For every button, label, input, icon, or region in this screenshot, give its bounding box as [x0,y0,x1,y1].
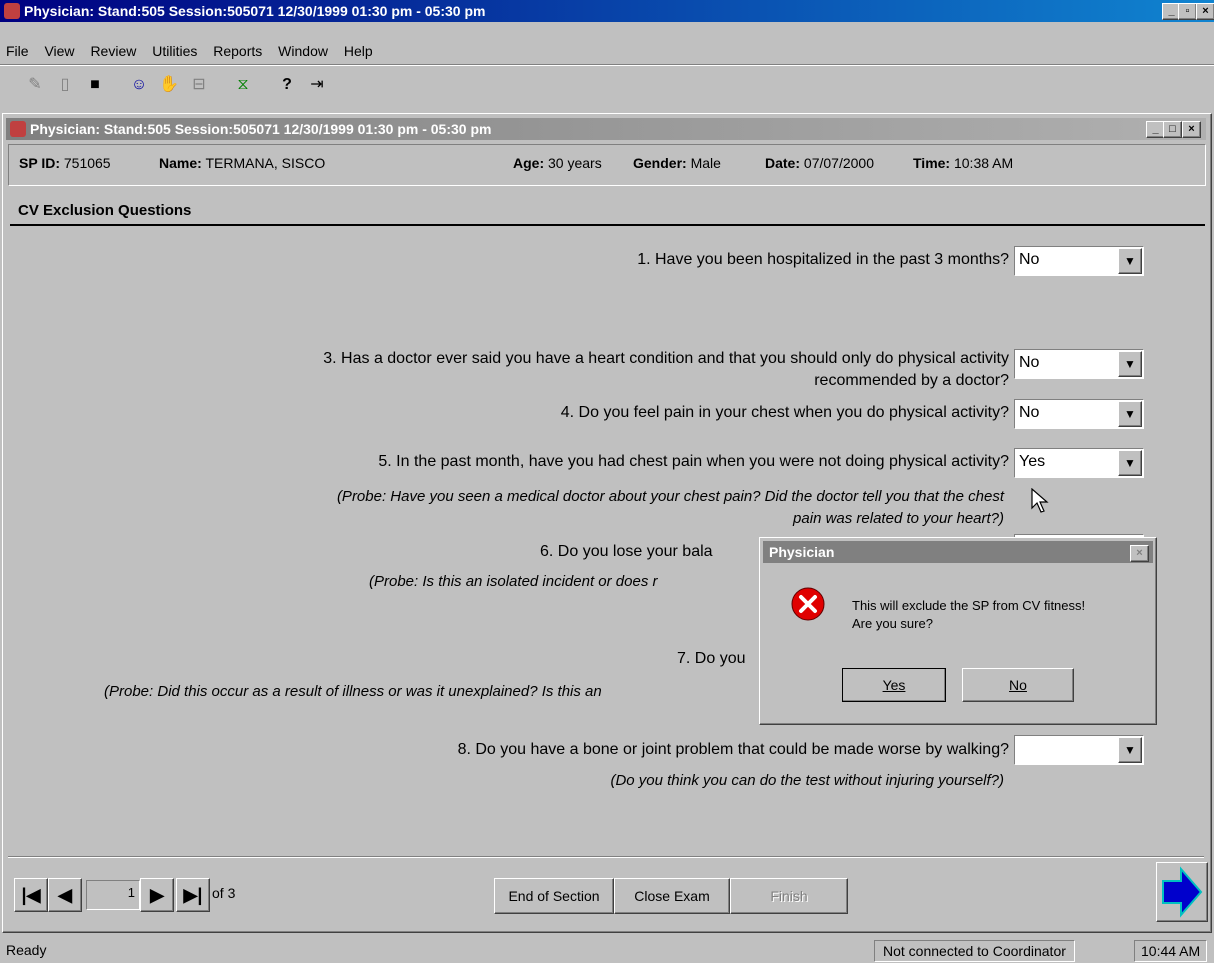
menu-reports[interactable]: Reports [213,43,262,59]
shapes-icon[interactable]: ⧖ [230,72,256,98]
end-of-section-button[interactable]: End of Section [494,878,614,914]
question-6-probe: (Probe: Is this an isolated incident or … [369,573,658,590]
app-icon[interactable] [4,3,20,19]
chevron-down-icon[interactable]: ▼ [1118,351,1142,377]
close-exam-button[interactable]: Close Exam [614,878,730,914]
sp-gender: Gender: Male [633,155,721,171]
question-7: 7. Do you [677,650,746,667]
child-title-bar[interactable]: Physician: Stand:505 Session:505071 12/3… [6,118,1206,140]
menu-divider [0,64,1214,66]
page-number-field[interactable]: 1 [86,880,140,910]
chevron-down-icon[interactable]: ▼ [1118,248,1142,274]
exit-door-icon[interactable]: ⇥ [304,72,330,98]
prev-page-icon[interactable]: ◀ [48,878,82,912]
sp-name: Name: TERMANA, SISCO [159,155,326,171]
edit-icon[interactable]: ✎ [22,72,48,98]
menu-bar: File View Review Utilities Reports Windo… [6,43,385,59]
child-app-icon [10,121,26,137]
dialog-title-bar[interactable]: Physician × [763,541,1153,563]
menu-file[interactable]: File [6,43,29,59]
dialog-close-icon[interactable]: × [1130,545,1149,562]
chevron-down-icon[interactable]: ▼ [1118,401,1142,427]
people-icon[interactable]: ☺ [126,72,152,98]
status-text: Ready [6,942,47,958]
error-icon [790,586,826,622]
participant-header: SP ID: 751065 Name: TERMANA, SISCO Age: … [8,144,1206,186]
question-5-probe: (Probe: Have you seen a medical doctor a… [336,488,1004,527]
section-title: CV Exclusion Questions [18,202,192,219]
close-icon[interactable]: × [1196,3,1214,20]
dialog-title: Physician [769,544,835,560]
menu-view[interactable]: View [44,43,74,59]
clipboard-icon[interactable]: ▯ [52,72,78,98]
mouse-cursor-icon [1030,487,1050,514]
stop-hand-icon[interactable]: ✋ [156,72,182,98]
next-arrow-icon [1162,866,1203,918]
finish-button[interactable]: Finish [730,878,848,914]
dialog-yes-button[interactable]: Yes [842,668,946,702]
status-clock: 10:44 AM [1134,940,1208,962]
question-3: 3. Has a doctor ever said you have a hea… [323,350,1009,389]
q5-answer-select[interactable]: Yes ▼ [1014,448,1144,478]
save-icon[interactable]: ■ [82,72,108,98]
last-page-icon[interactable]: ▶| [176,878,210,912]
app-title: Physician: Stand:505 Session:505071 12/3… [24,3,486,19]
spid: SP ID: 751065 [19,155,111,171]
menu-utilities[interactable]: Utilities [152,43,197,59]
next-arrow-button[interactable] [1156,862,1208,922]
dialog-no-button[interactable]: No [962,668,1074,702]
question-6: 6. Do you lose your bala [540,543,713,560]
question-8: 8. Do you have a bone or joint problem t… [457,741,1009,758]
question-8-probe: (Do you think you can do the test withou… [610,772,1004,789]
tray-icon[interactable]: ⊟ [186,72,212,98]
menu-window[interactable]: Window [278,43,328,59]
first-page-icon[interactable]: |◀ [14,878,48,912]
child-title: Physician: Stand:505 Session:505071 12/3… [30,121,492,137]
menu-review[interactable]: Review [90,43,136,59]
question-5: 5. In the past month, have you had chest… [378,453,1009,470]
q1-answer-select[interactable]: No ▼ [1014,246,1144,276]
help-icon[interactable]: ? [274,72,300,98]
sp-age: Age: 30 years [513,155,602,171]
chevron-down-icon[interactable]: ▼ [1118,450,1142,476]
question-1: 1. Have you been hospitalized in the pas… [637,251,1009,268]
question-4: 4. Do you feel pain in your chest when y… [560,404,1009,421]
next-page-icon[interactable]: ▶ [140,878,174,912]
section-divider [10,224,1205,226]
q3-answer-select[interactable]: No ▼ [1014,349,1144,379]
child-maximize-icon[interactable]: □ [1163,121,1182,138]
nav-divider [8,856,1204,858]
confirm-dialog: Physician × This will exclude the SP fro… [759,537,1157,725]
coordinator-status: Not connected to Coordinator [874,940,1075,962]
q8-answer-select[interactable]: ▼ [1014,735,1144,765]
chevron-down-icon[interactable]: ▼ [1118,737,1142,763]
q4-answer-select[interactable]: No ▼ [1014,399,1144,429]
child-close-icon[interactable]: × [1182,121,1201,138]
question-7-probe: (Probe: Did this occur as a result of il… [104,683,602,700]
status-bar: Ready Not connected to Coordinator 10:44… [0,938,1214,963]
dialog-message: This will exclude the SP from CV fitness… [852,598,1086,631]
menu-help[interactable]: Help [344,43,373,59]
exam-time: Time: 10:38 AM [913,155,1014,171]
app-title-bar[interactable]: Physician: Stand:505 Session:505071 12/3… [0,0,1214,22]
exam-date: Date: 07/07/2000 [765,155,874,171]
page-count: of 3 [212,885,236,901]
maximize-icon[interactable]: ▫ [1178,3,1197,20]
